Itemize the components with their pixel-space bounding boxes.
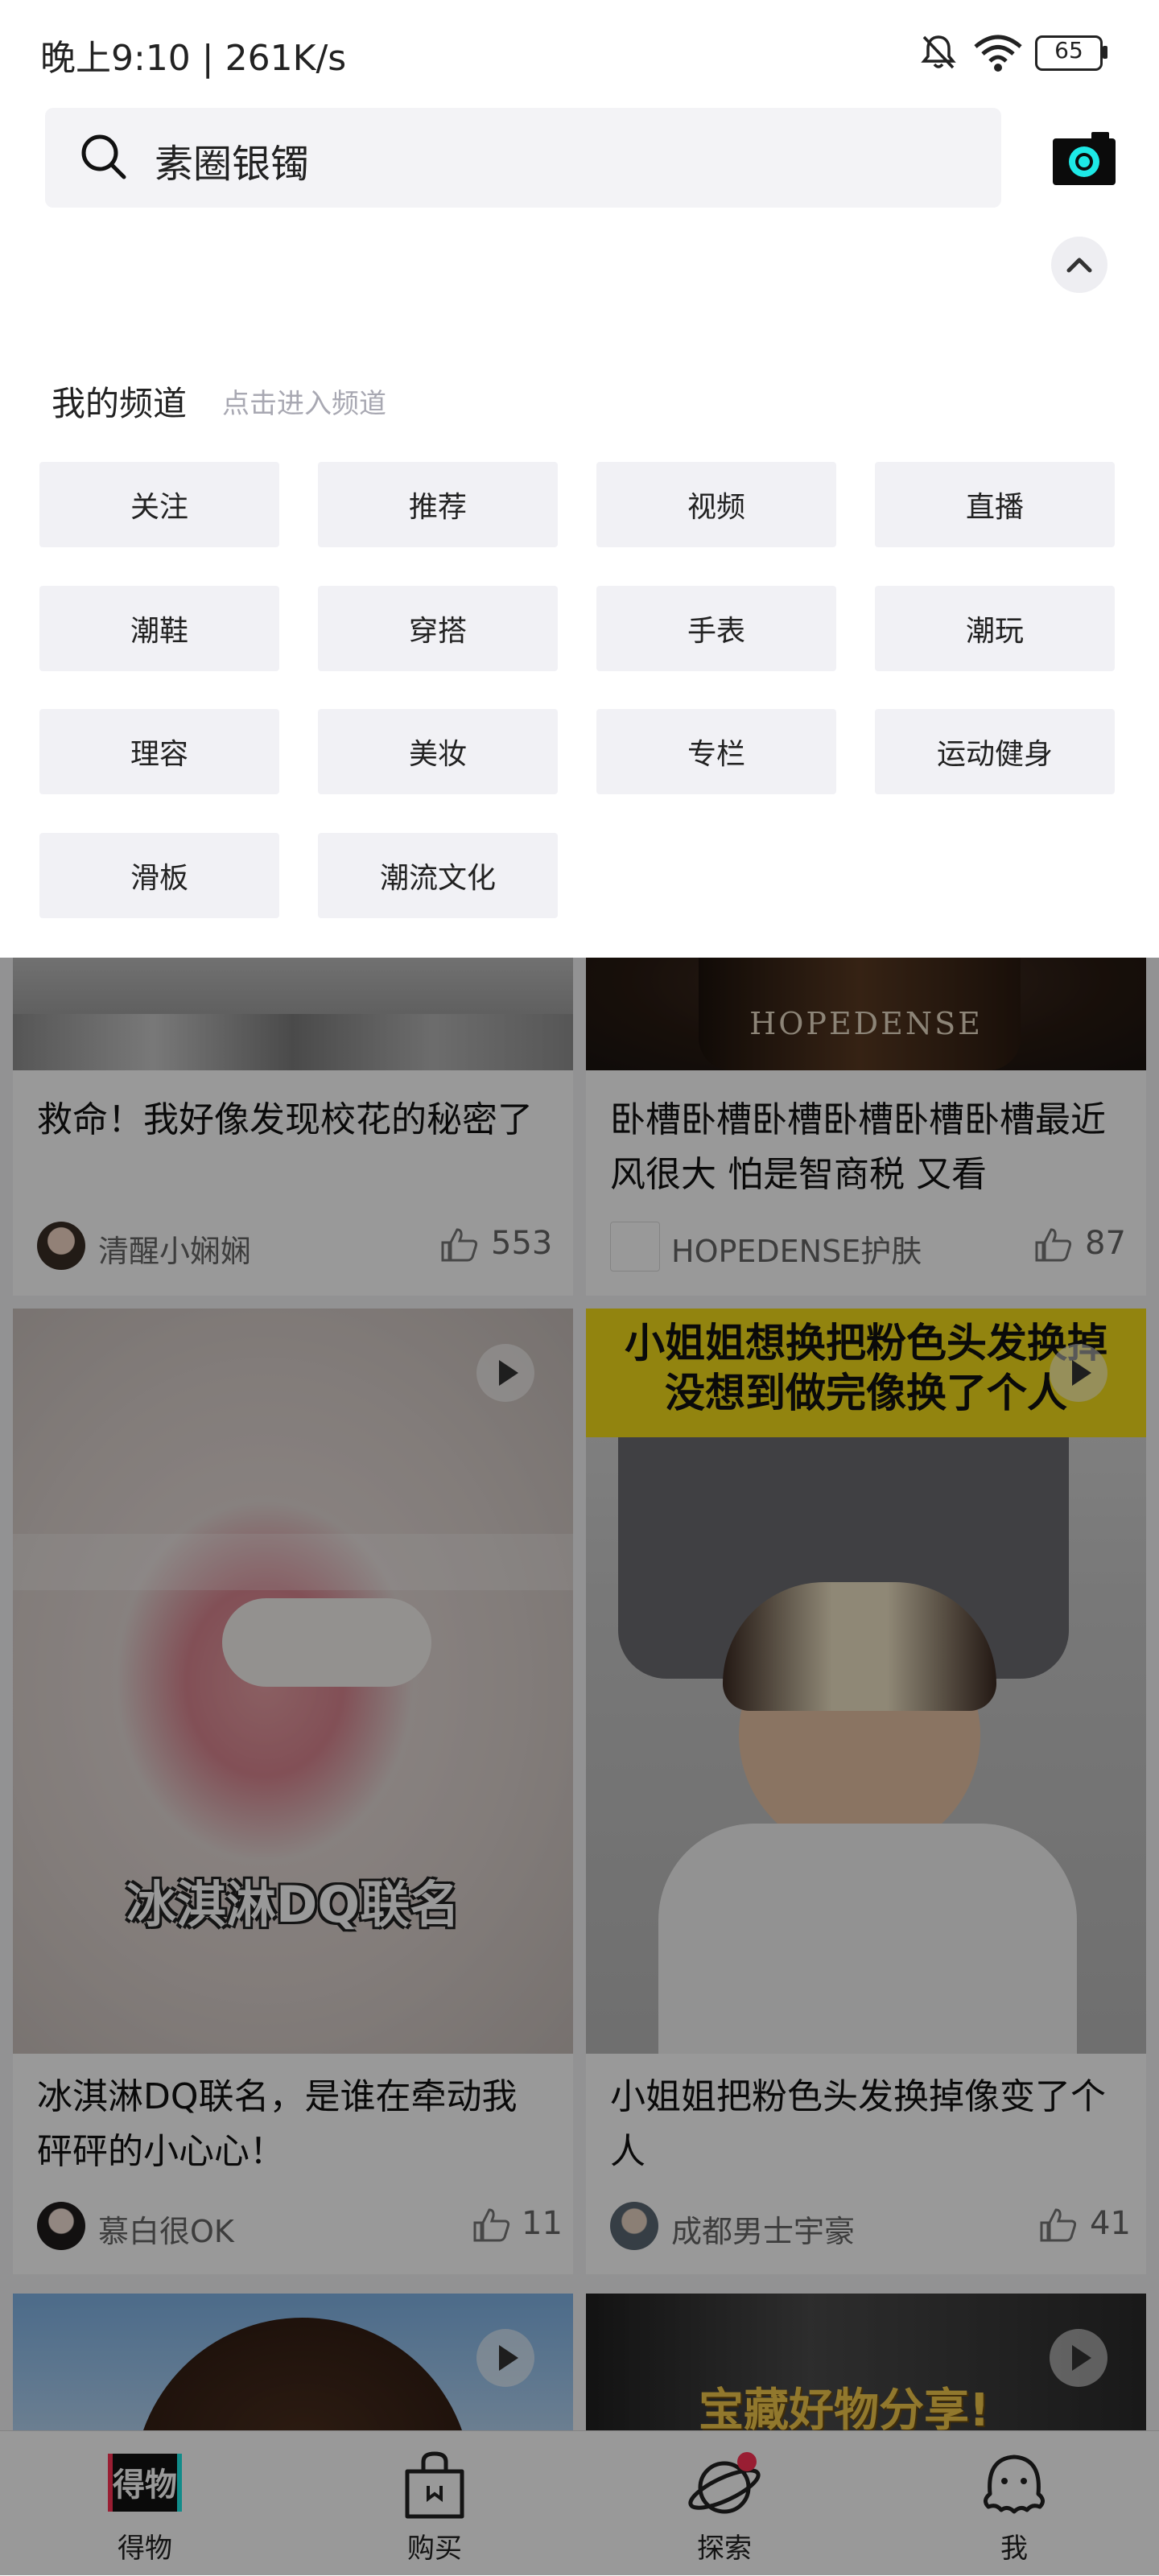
play-icon xyxy=(1050,1344,1107,1402)
like-count: 87 xyxy=(1085,1225,1126,1262)
channel-makeup[interactable]: 美妆 xyxy=(318,709,558,794)
post-thumbnail: 小姐姐想换把粉色头发换掉 没想到做完像换了个人 xyxy=(586,1309,1146,2054)
avatar xyxy=(37,2202,85,2250)
search-input[interactable]: 素圈银镯 xyxy=(155,132,309,188)
tab-explore[interactable]: 探索 xyxy=(580,2431,869,2576)
feed-card[interactable]: 宝藏好物分享! xyxy=(586,2294,1146,2430)
feed-card[interactable]: HOPEDENSE 卧槽卧槽卧槽卧槽卧槽卧槽最近风很大 怕是智商税 又看 HOP… xyxy=(586,958,1146,1296)
dewu-logo-icon: 得物 xyxy=(108,2454,182,2512)
channels-hint: 点击进入频道 xyxy=(222,388,386,420)
channel-column[interactable]: 专栏 xyxy=(596,709,836,794)
feed-area: 救命！我好像发现校花的秘密了 清醒小娴娴 553 HOPEDENSE 卧槽卧槽卧… xyxy=(0,958,1159,2430)
post-thumbnail: 冰淇淋DQ联名 xyxy=(13,1309,573,2054)
play-icon xyxy=(476,1344,534,1402)
thumbs-up-icon[interactable] xyxy=(1033,1226,1074,1263)
like-count: 41 xyxy=(1090,2205,1131,2242)
profile-octopus-icon xyxy=(984,2454,1045,2514)
post-title: 冰淇淋DQ联名，是谁在牵动我砰砰的小心心！ xyxy=(37,2076,518,2172)
feed-card[interactable]: 冰淇淋DQ联名 冰淇淋DQ联名，是谁在牵动我砰砰的小心心！ 慕白很OK 11 xyxy=(13,1309,573,2274)
post-thumbnail xyxy=(13,2294,573,2430)
author-name: 清醒小娴娴 xyxy=(98,1234,252,1269)
post-thumbnail: HOPEDENSE xyxy=(586,958,1146,1070)
tab-dewu[interactable]: 得物 得物 xyxy=(0,2431,290,2576)
channel-street-culture[interactable]: 潮流文化 xyxy=(318,833,558,918)
shopping-bag-icon xyxy=(405,2451,464,2519)
svg-text:得物: 得物 xyxy=(113,2467,177,2504)
tab-me[interactable]: 我 xyxy=(869,2431,1159,2576)
feed-card[interactable] xyxy=(13,2294,573,2430)
thumb-overlay-text: 宝藏好物分享! xyxy=(699,2384,990,2430)
tab-label: 探索 xyxy=(697,2533,752,2565)
thumbs-up-icon[interactable] xyxy=(472,2207,512,2244)
thumbs-up-icon[interactable] xyxy=(1038,2207,1079,2244)
search-icon xyxy=(81,134,126,179)
channel-recommend[interactable]: 推荐 xyxy=(318,462,558,547)
battery-icon: 65 xyxy=(1035,35,1109,71)
thumbs-up-icon[interactable] xyxy=(439,1226,480,1263)
post-thumbnail: 宝藏好物分享! xyxy=(586,2294,1146,2430)
post-title: 小姐姐把粉色头发换掉像变了个人 xyxy=(610,2076,1106,2172)
tab-buy[interactable]: 购买 xyxy=(290,2431,580,2576)
channel-sneakers[interactable]: 潮鞋 xyxy=(39,586,279,671)
play-icon xyxy=(476,2329,534,2387)
like-count: 11 xyxy=(522,2205,563,2242)
avatar xyxy=(37,1222,85,1270)
author-name: 成都男士宇豪 xyxy=(671,2214,856,2249)
like-count: 553 xyxy=(491,1225,553,1262)
tab-label: 我 xyxy=(1000,2533,1028,2565)
wifi-icon xyxy=(974,35,1022,72)
planet-icon xyxy=(688,2452,761,2514)
channel-live[interactable]: 直播 xyxy=(875,462,1115,547)
status-bar: 晚上9:10 | 261K/s 65 xyxy=(0,0,1159,105)
battery-level: 65 xyxy=(1054,37,1083,64)
post-title: 卧槽卧槽卧槽卧槽卧槽卧槽最近风很大 怕是智商税 又看 xyxy=(610,1099,1106,1195)
tab-label: 得物 xyxy=(118,2533,172,2565)
feed-card[interactable]: 小姐姐想换把粉色头发换掉 没想到做完像换了个人 小姐姐把粉色头发换掉像变了个人 … xyxy=(586,1309,1146,2274)
tab-label: 购买 xyxy=(407,2533,462,2565)
channels-title: 我的频道 xyxy=(52,384,188,423)
channel-watch[interactable]: 手表 xyxy=(596,586,836,671)
play-icon xyxy=(1050,2329,1107,2387)
channel-toys[interactable]: 潮玩 xyxy=(875,586,1115,671)
author-name: 慕白很OK xyxy=(98,2214,234,2249)
feed-card[interactable]: 救命！我好像发现校花的秘密了 清醒小娴娴 553 xyxy=(13,958,573,1296)
search-bar[interactable]: 素圈银镯 xyxy=(45,108,1001,208)
brand-avatar xyxy=(610,1222,660,1272)
bottom-tab-bar: 得物 得物 购买 探索 我 xyxy=(0,2430,1159,2576)
chevron-up-icon xyxy=(1066,258,1092,273)
collapse-button[interactable] xyxy=(1051,237,1107,293)
bell-muted-icon xyxy=(921,35,956,69)
thumb-brand-text: HOPEDENSE xyxy=(749,1006,983,1041)
author-name: HOPEDENSE护肤 xyxy=(671,1234,922,1269)
avatar xyxy=(610,2202,658,2250)
channel-outfit[interactable]: 穿搭 xyxy=(318,586,558,671)
post-thumbnail xyxy=(13,958,573,1070)
status-time: 晚上9:10 | 261K/s xyxy=(40,38,347,79)
channel-fitness[interactable]: 运动健身 xyxy=(875,709,1115,794)
thumb-overlay-text: 冰淇淋DQ联名 xyxy=(126,1875,460,1934)
channel-grooming[interactable]: 理容 xyxy=(39,709,279,794)
post-title: 救命！我好像发现校花的秘密了 xyxy=(37,1099,533,1140)
channel-skateboard[interactable]: 滑板 xyxy=(39,833,279,918)
channel-video[interactable]: 视频 xyxy=(596,462,836,547)
camera-icon[interactable] xyxy=(1051,129,1117,187)
channel-follow[interactable]: 关注 xyxy=(39,462,279,547)
